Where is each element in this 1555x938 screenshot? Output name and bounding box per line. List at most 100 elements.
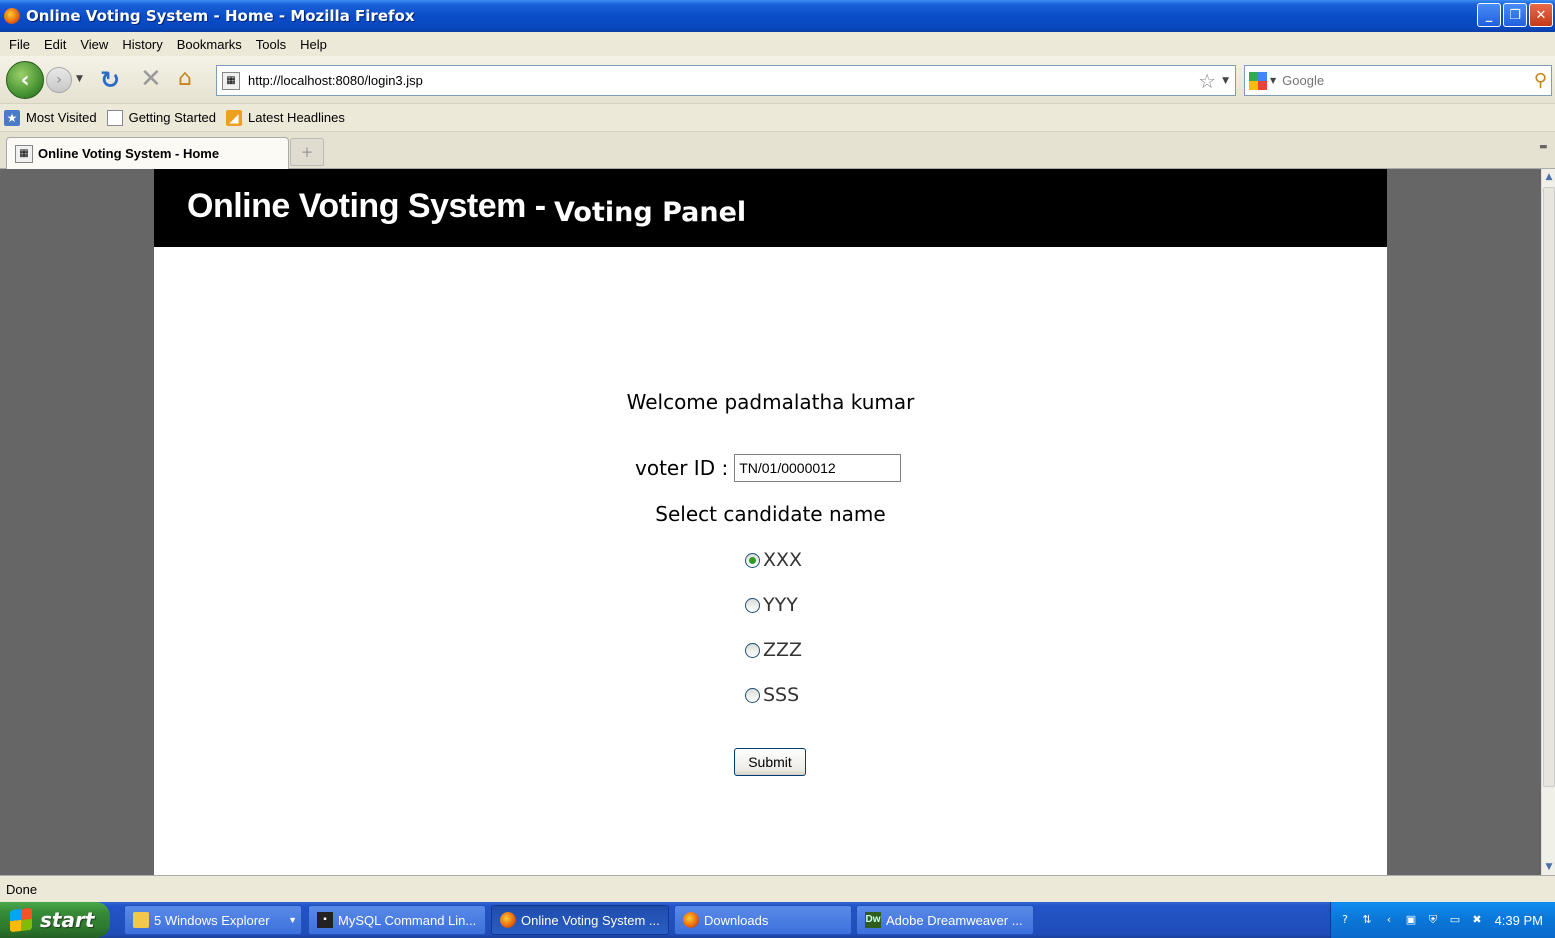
status-text: Done <box>6 881 38 897</box>
most-visited-icon: ★ <box>4 109 20 126</box>
search-engine-dropdown-icon[interactable]: ▼ <box>1270 76 1276 85</box>
start-button[interactable]: start <box>0 902 110 938</box>
bookmark-label: Latest Headlines <box>248 110 345 125</box>
history-dropdown-icon[interactable]: ▼ <box>76 74 83 84</box>
firefox-icon <box>4 8 20 24</box>
system-tray: ? ⇅ ‹ ▣ ⛨ ▭ ✖ 4:39 PM <box>1330 902 1555 938</box>
candidate-radio[interactable] <box>745 597 760 613</box>
bookmark-label: Getting Started <box>128 110 217 125</box>
url-text[interactable]: http://localhost:8080/login3.jsp <box>248 73 1198 88</box>
page-header: Online Voting System - Voting Panel <box>154 169 1387 247</box>
bookmark-latest-headlines[interactable]: ◢ Latest Headlines <box>226 109 345 126</box>
site-favicon-icon: ▦ <box>15 144 33 163</box>
candidate-option-sss[interactable]: SSS <box>745 684 799 706</box>
google-icon[interactable] <box>1249 71 1267 90</box>
display-icon[interactable]: ▭ <box>1447 912 1463 928</box>
tab-list-dropdown-icon[interactable]: ▬ <box>1539 142 1553 160</box>
menu-file[interactable]: File <box>4 37 39 52</box>
scroll-down-icon[interactable]: ▼ <box>1542 859 1555 875</box>
header-title: Online Voting System - <box>187 187 546 225</box>
url-bar[interactable]: ▦ http://localhost:8080/login3.jsp ☆ ▼ <box>216 65 1236 96</box>
task-label: Adobe Dreamweaver ... <box>886 912 1023 928</box>
window-controls: _ ❐ ✕ <box>1477 3 1553 27</box>
scrollbar-thumb[interactable] <box>1543 187 1555 787</box>
candidate-radio[interactable] <box>745 552 760 568</box>
tab-label: Online Voting System - Home <box>38 146 220 161</box>
voter-id-field[interactable] <box>734 454 902 482</box>
header-subtitle: Voting Panel <box>554 197 747 228</box>
tab-online-voting-system[interactable]: ▦ Online Voting System - Home <box>6 137 289 169</box>
browser-content: Online Voting System - Voting Panel Welc… <box>0 169 1541 875</box>
search-icon[interactable]: ⚲ <box>1534 70 1547 91</box>
reload-button[interactable]: ↻ <box>100 66 120 94</box>
candidate-option-zzz[interactable]: ZZZ <box>745 639 802 661</box>
tray-expand-icon[interactable]: ‹ <box>1381 912 1397 928</box>
menu-bar: File Edit View History Bookmarks Tools H… <box>0 32 1555 56</box>
menu-tools[interactable]: Tools <box>251 37 295 52</box>
alert-icon[interactable]: ✖ <box>1469 912 1485 928</box>
page-icon <box>106 109 123 126</box>
menu-edit[interactable]: Edit <box>39 37 75 52</box>
bookmark-most-visited[interactable]: ★ Most Visited <box>4 109 97 126</box>
bookmark-getting-started[interactable]: Getting Started <box>106 109 217 126</box>
task-online-voting-system[interactable]: Online Voting System ... <box>491 905 669 935</box>
candidate-label: ZZZ <box>763 639 803 661</box>
windows-logo-icon <box>10 907 32 933</box>
submit-button[interactable]: Submit <box>734 748 806 776</box>
clock: 4:39 PM <box>1494 912 1543 928</box>
menu-help[interactable]: Help <box>295 37 336 52</box>
menu-bookmarks[interactable]: Bookmarks <box>172 37 251 52</box>
window-title: Online Voting System - Home - Mozilla Fi… <box>26 7 415 25</box>
dreamweaver-icon: Dw <box>865 912 881 928</box>
menu-view[interactable]: View <box>75 37 117 52</box>
vertical-scrollbar[interactable]: ▲ ▼ <box>1541 169 1555 875</box>
candidate-option-xxx[interactable]: XXX <box>745 549 802 571</box>
task-mysql-command-line[interactable]: ▪ MySQL Command Lin... <box>308 905 486 935</box>
task-label: Downloads <box>704 912 769 928</box>
search-bar[interactable]: ▼ ⚲ <box>1244 65 1552 96</box>
task-adobe-dreamweaver[interactable]: Dw Adobe Dreamweaver ... <box>856 905 1034 935</box>
task-windows-explorer[interactable]: 5 Windows Explorer ▼ <box>124 905 302 935</box>
bookmarks-toolbar: ★ Most Visited Getting Started ◢ Latest … <box>0 104 1555 132</box>
task-label: MySQL Command Lin... <box>338 912 477 928</box>
start-label: start <box>40 908 95 932</box>
bookmark-label: Most Visited <box>26 110 97 125</box>
site-favicon-icon: ▦ <box>222 71 240 90</box>
folder-icon <box>133 912 149 928</box>
candidate-radio[interactable] <box>745 642 760 658</box>
close-button[interactable]: ✕ <box>1529 3 1553 27</box>
firefox-icon <box>500 912 516 928</box>
restore-button[interactable]: ❐ <box>1503 3 1527 27</box>
url-dropdown-icon[interactable]: ▼ <box>1222 76 1229 86</box>
network-connections-icon[interactable]: ▣ <box>1403 912 1419 928</box>
candidate-label: YYY <box>763 594 798 616</box>
task-downloads[interactable]: Downloads <box>674 905 852 935</box>
tab-bar: ▦ Online Voting System - Home + ▬ <box>0 132 1555 169</box>
mysql-icon: ▪ <box>317 912 333 928</box>
bookmark-star-icon[interactable]: ☆ <box>1198 69 1216 93</box>
stop-button[interactable]: ✕ <box>140 64 162 94</box>
home-button[interactable]: ⌂ <box>178 66 192 91</box>
candidate-option-yyy[interactable]: YYY <box>745 594 798 616</box>
firefox-icon <box>683 912 699 928</box>
security-shield-icon[interactable]: ⛨ <box>1425 912 1441 928</box>
window-titlebar[interactable]: Online Voting System - Home - Mozilla Fi… <box>0 0 1555 32</box>
search-input[interactable] <box>1282 73 1534 88</box>
scroll-up-icon[interactable]: ▲ <box>1542 169 1555 185</box>
help-icon[interactable]: ? <box>1337 912 1353 928</box>
new-tab-button[interactable]: + <box>290 138 324 166</box>
task-group-dropdown-icon[interactable]: ▼ <box>288 915 297 925</box>
network-icon[interactable]: ⇅ <box>1359 912 1375 928</box>
welcome-text: Welcome padmalatha kumar <box>626 390 915 414</box>
voter-id-row: voter ID : <box>635 454 902 482</box>
candidate-radio[interactable] <box>745 687 760 703</box>
task-label: Online Voting System ... <box>521 912 660 928</box>
forward-button[interactable]: › <box>46 67 72 93</box>
select-candidate-heading: Select candidate name <box>655 502 886 526</box>
minimize-button[interactable]: _ <box>1477 3 1501 27</box>
back-button[interactable]: ‹ <box>6 61 44 99</box>
menu-history[interactable]: History <box>117 37 171 52</box>
candidate-label: XXX <box>763 549 803 571</box>
welcome-message: Welcome padmalatha kumar <box>154 390 1387 414</box>
voter-id-label: voter ID : <box>635 456 729 480</box>
